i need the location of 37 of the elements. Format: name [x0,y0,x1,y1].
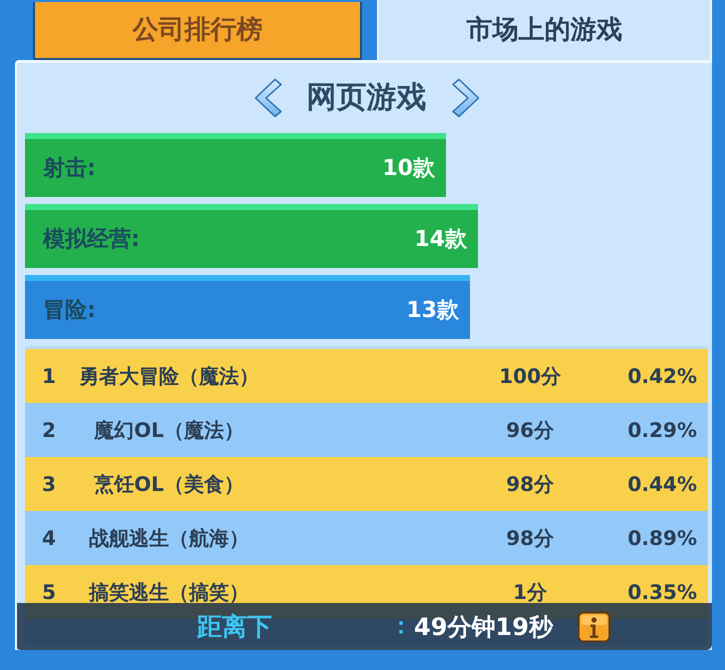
market-share: 0.29% [628,417,697,444]
genre-label: 射击: [43,154,96,182]
game-score: 1分 [513,579,547,606]
game-score: 98分 [506,471,554,498]
game-rank: 3 [42,471,56,498]
game-score: 100分 [499,363,561,390]
genre-count: 10款 [382,154,435,182]
category-title: 网页游戏 [306,80,426,116]
market-share: 0.89% [628,525,697,552]
genre-label: 模拟经营: [43,226,140,254]
game-name: 魔幻OL（魔法） [94,417,244,444]
info-icon[interactable] [576,610,611,642]
game-rank: 4 [42,525,56,552]
tab[interactable]: 市场上的游戏 [377,0,712,60]
game-name: 勇者大冒险（魔法） [79,363,259,390]
genre-bar[interactable]: 冒险: 13款 [25,275,470,339]
game-name: 战舰逃生（航海） [89,525,249,552]
game-score: 98分 [506,525,554,552]
game-row[interactable]: 3 烹饪OL（美食） 98分 0.44% [25,457,708,511]
genre-count: 13款 [406,296,459,324]
market-share: 0.42% [628,363,697,390]
chevron-left-icon[interactable] [254,78,282,118]
game-score: 96分 [506,417,554,444]
genre-count: 14款 [414,226,467,254]
game-name: 烹饪OL（美食） [94,471,244,498]
genre-bar[interactable]: 模拟经营: 14款 [25,204,478,268]
game-row[interactable]: 1 勇者大冒险（魔法） 100分 0.42% [25,349,708,403]
market-share: 0.35% [628,579,697,606]
genre-label: 冒险: [43,296,96,324]
tab[interactable]: 公司排行榜 [33,2,362,60]
game-rank: 5 [42,579,56,606]
game-rank: 1 [42,363,56,390]
game-rank: 2 [42,417,56,444]
chevron-right-icon[interactable] [452,78,480,118]
genre-bar[interactable]: 射击: 10款 [25,133,446,197]
game-name: 搞笑逃生（搞笑） [89,579,249,606]
market-share: 0.44% [628,471,697,498]
